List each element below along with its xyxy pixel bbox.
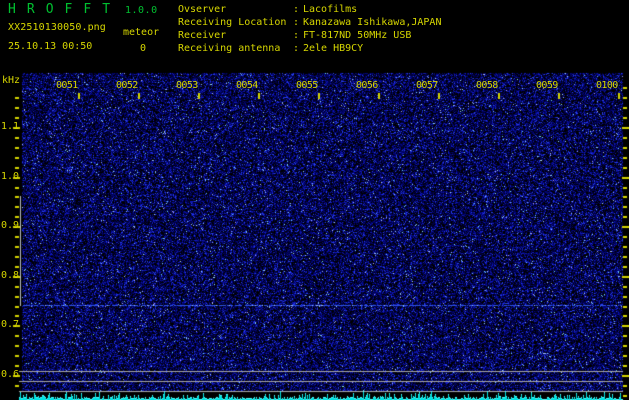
time-tick-label: 0058 (476, 80, 498, 91)
freq-tick-label: 1.1 (1, 121, 19, 132)
station-info-value: Lacofilms (303, 3, 357, 16)
output-filename: XX2510130050.png (8, 22, 106, 33)
time-tick-label: 0057 (416, 80, 438, 91)
spectrogram-canvas (0, 70, 629, 400)
time-tick-label: 0056 (356, 80, 378, 91)
time-tick-label: 0055 (296, 80, 318, 91)
station-info-value: Kanazawa Ishikawa,JAPAN (303, 16, 441, 29)
station-info-label: Receiver (178, 29, 293, 42)
station-info-label: Ovserver (178, 3, 293, 16)
app-title: H R O F F T (8, 3, 112, 16)
time-tick-label: 0059 (536, 80, 558, 91)
time-tick-label: 0052 (116, 80, 138, 91)
freq-tick-label: 0.7 (1, 319, 19, 330)
station-info: Ovserver:LacofilmsReceiving Location:Kan… (178, 3, 441, 55)
station-info-value: FT-817ND 50MHz USB (303, 29, 411, 42)
mode-label: meteor (123, 27, 159, 38)
app-version: 1.0.0 (125, 5, 158, 16)
time-tick-label: 0051 (56, 80, 78, 91)
station-info-row: Ovserver:Lacofilms (178, 3, 441, 16)
station-info-row: Receiving Location:Kanazawa Ishikawa,JAP… (178, 16, 441, 29)
station-info-row: Receiving antenna:2ele HB9CY (178, 42, 441, 55)
station-info-label: Receiving antenna (178, 42, 293, 55)
station-info-label: Receiving Location (178, 16, 293, 29)
meteor-count: 0 (140, 43, 146, 54)
freq-axis-unit: kHz (2, 75, 20, 86)
freq-tick-label: 0.8 (1, 270, 19, 281)
station-info-row: Receiver:FT-817ND 50MHz USB (178, 29, 441, 42)
hrofft-window: H R O F F T 1.0.0 XX2510130050.png meteo… (0, 0, 629, 400)
time-tick-label: 0054 (236, 80, 258, 91)
freq-tick-label: 0.6 (1, 369, 19, 380)
station-info-colon: : (293, 3, 303, 16)
station-info-colon: : (293, 29, 303, 42)
station-info-value: 2ele HB9CY (303, 42, 363, 55)
time-tick-label: 0100 (596, 80, 618, 91)
freq-tick-label: 1.0 (1, 171, 19, 182)
freq-tick-label: 0.9 (1, 220, 19, 231)
station-info-colon: : (293, 42, 303, 55)
station-info-colon: : (293, 16, 303, 29)
datetime-label: 25.10.13 00:50 (8, 41, 92, 52)
time-tick-label: 0053 (176, 80, 198, 91)
